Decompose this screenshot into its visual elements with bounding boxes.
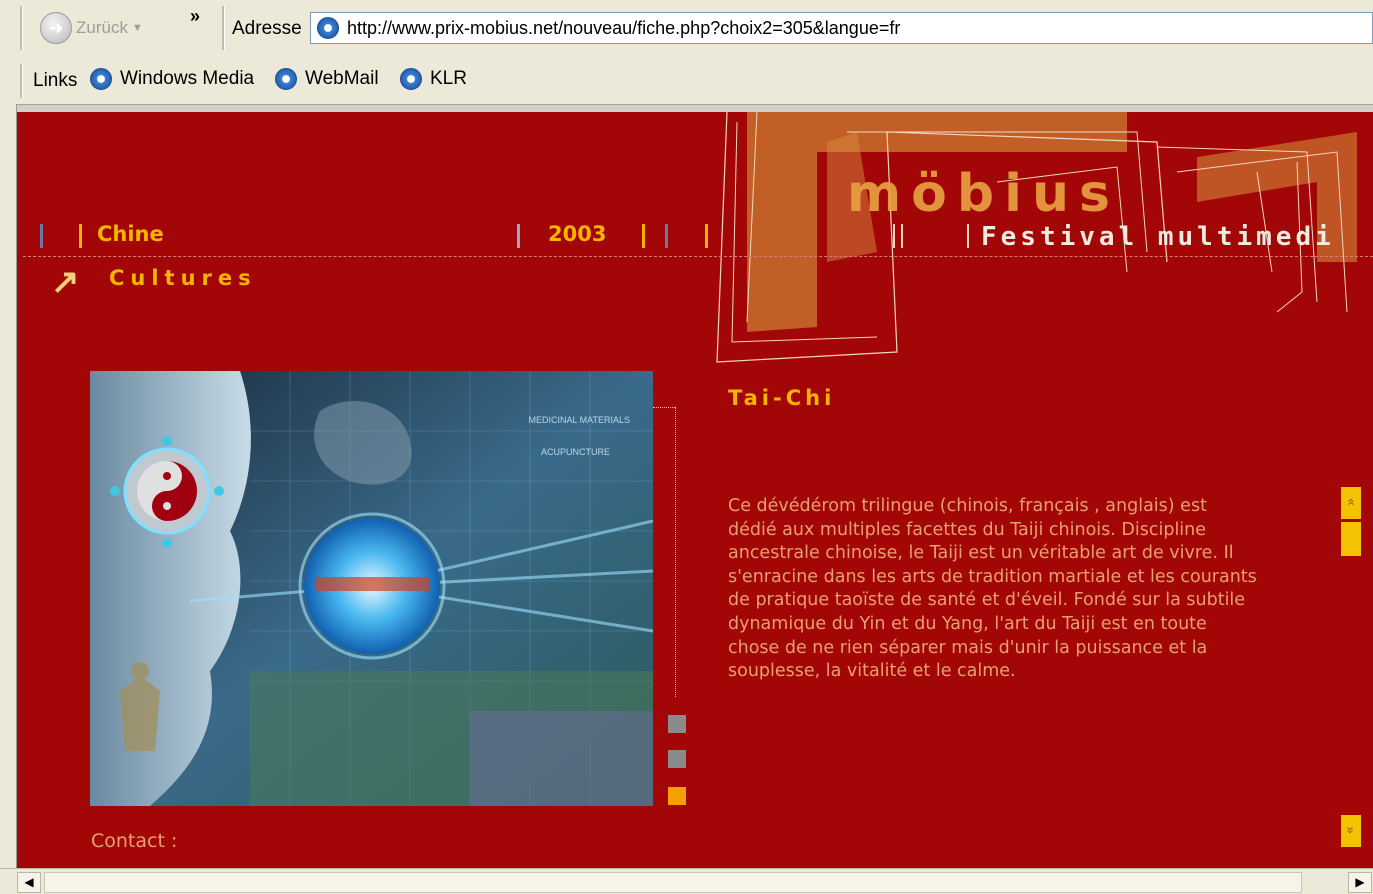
toolbar-grip	[20, 64, 23, 98]
thumb-nav-square[interactable]	[668, 750, 686, 768]
nav-marker	[642, 224, 645, 248]
nav-country-link[interactable]: Chine	[97, 222, 164, 246]
nav-marker	[79, 224, 82, 248]
link-label: KLR	[430, 68, 467, 89]
ie-page-icon	[275, 68, 297, 90]
link-klr[interactable]: KLR	[400, 68, 467, 90]
toolbar-separator	[222, 6, 225, 50]
thumb-nav-square-active[interactable]	[668, 787, 686, 805]
ie-page-icon	[400, 68, 422, 90]
ie-page-icon	[90, 68, 112, 90]
connector-line	[653, 407, 675, 408]
nav-marker	[517, 224, 520, 248]
text-scroll-thumb[interactable]	[1341, 522, 1361, 556]
dropdown-arrow-icon: ▼	[131, 22, 143, 34]
window-left-frame	[0, 104, 17, 868]
horizontal-scrollbar[interactable]: ◀ ▶	[0, 868, 1373, 894]
hero-label-materials: MEDICINAL MATERIALS	[528, 415, 630, 425]
item-title: Tai-Chi	[728, 386, 836, 410]
link-windows-media[interactable]: Windows Media	[90, 68, 254, 90]
contact-label[interactable]: Contact :	[91, 830, 177, 852]
nav-marker	[705, 224, 708, 248]
back-label: Zurück	[76, 18, 128, 37]
double-chevron-up-icon: »	[1342, 498, 1358, 506]
link-label: WebMail	[305, 68, 379, 89]
scroll-left-arrow-icon[interactable]: ◀	[17, 872, 41, 893]
address-label: Adresse	[232, 18, 302, 39]
links-toolbar: Links Windows Media WebMail KLR	[0, 58, 1373, 105]
link-label: Windows Media	[120, 68, 255, 89]
tai-chi-hero-image: MEDICINAL MATERIALS ACUPUNCTURE	[90, 371, 653, 806]
address-toolbar: ➜ Zurück ▼ » Adresse http://www.prix-mob…	[0, 0, 1373, 59]
double-chevron-down-icon: »	[1343, 826, 1359, 834]
more-chevron-icon[interactable]: »	[190, 6, 200, 27]
nav-marker	[40, 224, 43, 248]
scroll-down-button[interactable]: »	[1341, 815, 1361, 847]
scroll-right-arrow-icon[interactable]: ▶	[1348, 872, 1372, 893]
connector-line	[675, 407, 676, 697]
ie-page-icon	[317, 17, 339, 39]
festival-banner-text: Festival multimedi	[981, 222, 1335, 252]
toolbar-grip	[20, 6, 23, 50]
item-description: Ce dévédérom trilingue (chinois, françai…	[728, 496, 1257, 682]
thumb-nav-square[interactable]	[668, 715, 686, 733]
nav-marker	[893, 224, 895, 248]
nav-marker	[967, 224, 969, 248]
arrow-up-right-icon: ↗	[51, 263, 80, 301]
scroll-up-button[interactable]: »	[1341, 487, 1361, 519]
nav-marker	[665, 224, 668, 248]
mobius-logo-text: möbius	[847, 164, 1120, 224]
nav-marker	[901, 224, 903, 248]
back-arrow-icon: ➜	[40, 12, 72, 44]
back-button[interactable]: ➜ Zurück ▼	[40, 10, 143, 46]
nav-year-link[interactable]: 2003	[548, 222, 606, 246]
address-url[interactable]: http://www.prix-mobius.net/nouveau/fiche…	[347, 18, 900, 39]
links-label: Links	[33, 70, 78, 91]
address-input[interactable]: http://www.prix-mobius.net/nouveau/fiche…	[310, 12, 1373, 44]
hero-label-acupuncture: ACUPUNCTURE	[541, 447, 610, 457]
section-title: Cultures	[109, 266, 257, 290]
nav-divider	[23, 256, 1373, 257]
scroll-track[interactable]	[44, 872, 1302, 893]
link-webmail[interactable]: WebMail	[275, 68, 379, 90]
web-page: möbius Chine 2003 Festival multimedi ↗ C…	[17, 112, 1373, 868]
